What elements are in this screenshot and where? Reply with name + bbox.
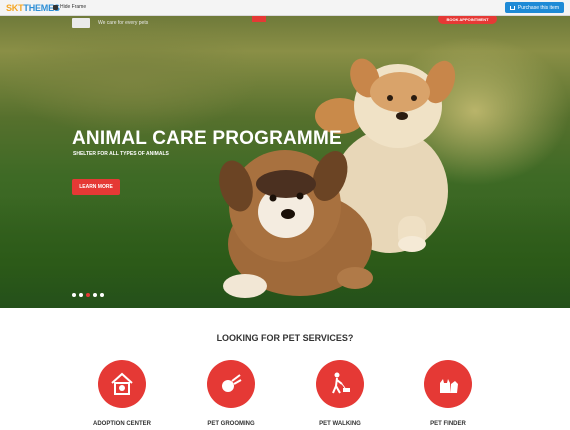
service-label: PET WALKING: [319, 421, 361, 427]
demo-frame-bar: SKTTHEMES Hide Frame Purchase this item: [0, 0, 570, 16]
services-heading: LOOKING FOR PET SERVICES?: [216, 333, 354, 343]
purchase-button[interactable]: Purchase this item: [504, 2, 564, 13]
hide-frame-label: Hide Frame: [60, 4, 87, 10]
learn-more-button[interactable]: LEARN MORE: [72, 179, 120, 195]
nav-item-about[interactable]: [266, 16, 284, 22]
book-appointment-button[interactable]: BOOK APPOINTMENT: [438, 16, 497, 24]
house-pet-icon: [98, 360, 146, 408]
nav-item-services[interactable]: [284, 16, 302, 22]
logo-sk-text: SKT: [6, 3, 24, 13]
service-pet-finder[interactable]: PET FINDER: [398, 360, 498, 427]
nav-item-home[interactable]: [252, 16, 266, 22]
slider-dot[interactable]: [93, 293, 97, 297]
slider-dot[interactable]: [79, 293, 83, 297]
nav-item-gallery[interactable]: [330, 16, 347, 22]
slider-dot-active[interactable]: [86, 293, 90, 297]
walking-icon: [316, 360, 364, 408]
hide-frame-icon: [53, 4, 58, 10]
service-label: PET GROOMING: [207, 421, 255, 427]
main-nav: [252, 16, 366, 22]
hero-slider: We care for every pets BOOK APPOINTMENT …: [0, 16, 570, 308]
purchase-label: Purchase this item: [517, 4, 559, 11]
nav-item-contact[interactable]: [347, 16, 366, 22]
hero-title: ANIMAL CARE PROGRAMME: [72, 128, 342, 149]
service-adoption-center[interactable]: ADOPTION CENTER: [72, 360, 172, 427]
service-pet-grooming[interactable]: PET GROOMING: [181, 360, 281, 427]
nav-item-news[interactable]: [302, 16, 316, 22]
slider-dot[interactable]: [100, 293, 104, 297]
nav-item-pages[interactable]: [316, 16, 330, 22]
cart-icon: [509, 5, 515, 10]
slider-dots: [72, 293, 104, 297]
service-pet-walking[interactable]: PET WALKING: [290, 360, 390, 427]
hero-subtitle: SHELTER FOR ALL TYPES OF ANIMALS: [73, 151, 169, 157]
service-label: PET FINDER: [430, 421, 466, 427]
site-logo[interactable]: [72, 18, 90, 28]
hide-frame-toggle[interactable]: Hide Frame: [53, 4, 86, 10]
grooming-icon: [207, 360, 255, 408]
sktthemes-logo[interactable]: SKTTHEMES: [6, 3, 60, 13]
puppies-image: [219, 58, 456, 298]
slider-dot[interactable]: [72, 293, 76, 297]
site-tagline: We care for every pets: [98, 20, 149, 26]
cat-dog-icon: [424, 360, 472, 408]
service-label: ADOPTION CENTER: [92, 421, 151, 427]
